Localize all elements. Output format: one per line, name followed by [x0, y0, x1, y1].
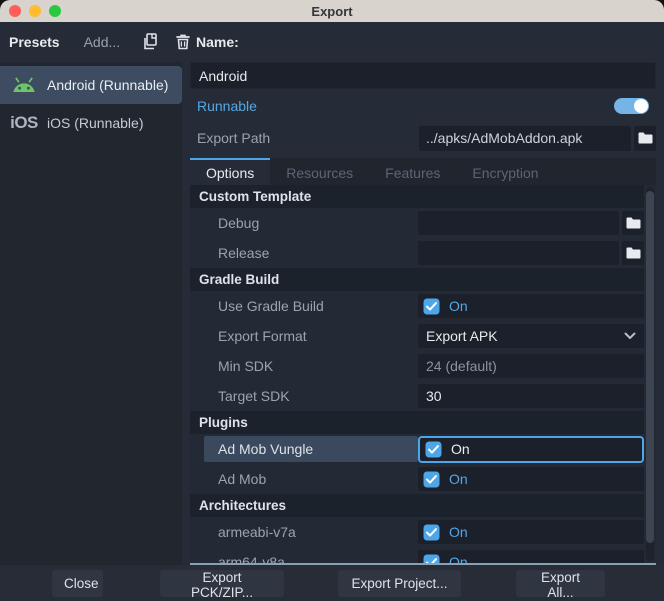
- export-project-button[interactable]: Export Project...: [338, 570, 461, 597]
- option-label: Debug: [218, 215, 260, 231]
- section-gradle-build: Gradle Build: [190, 268, 644, 291]
- checkbox-checked-icon: [423, 471, 440, 488]
- option-row-use-gradle-build: Use Gradle Build On: [190, 291, 644, 321]
- section-architectures: Architectures: [190, 494, 644, 517]
- option-label: Target SDK: [218, 388, 290, 404]
- option-row-arm64-v8a: arm64-v8a On: [190, 547, 644, 565]
- preset-name-input[interactable]: [190, 62, 656, 89]
- section-plugins: Plugins: [190, 411, 644, 434]
- ad-mob-checkbox[interactable]: On: [418, 467, 644, 491]
- add-preset-button[interactable]: Add...: [78, 33, 127, 51]
- preset-item-ios[interactable]: iOS iOS (Runnable): [0, 104, 182, 142]
- duplicate-preset-button[interactable]: [142, 33, 159, 51]
- export-format-dropdown[interactable]: Export APK: [418, 324, 644, 348]
- target-sdk-field[interactable]: 30: [418, 384, 644, 408]
- close-button[interactable]: Close: [52, 570, 103, 597]
- export-path-input[interactable]: [419, 125, 631, 151]
- use-gradle-build-checkbox[interactable]: On: [418, 294, 644, 318]
- folder-icon: [626, 217, 641, 229]
- release-template-browse-button[interactable]: [622, 241, 644, 265]
- preset-label: Android (Runnable): [47, 77, 169, 93]
- tab-features[interactable]: Features: [369, 158, 456, 185]
- option-row-armeabi-v7a: armeabi-v7a On: [190, 517, 644, 547]
- checkbox-state-label: On: [449, 298, 468, 314]
- dropdown-value: Export APK: [426, 328, 498, 344]
- option-label: Release: [218, 245, 270, 261]
- close-window-button[interactable]: [9, 5, 21, 17]
- duplicate-icon: [142, 33, 159, 51]
- options-scrollbar[interactable]: [646, 187, 654, 561]
- min-sdk-field[interactable]: 24 (default): [418, 354, 644, 378]
- tab-resources[interactable]: Resources: [270, 158, 369, 185]
- release-template-field[interactable]: [418, 241, 619, 265]
- option-row-ad-mob: Ad Mob On: [190, 464, 644, 494]
- delete-preset-button[interactable]: [175, 33, 191, 51]
- option-label: Ad Mob Vungle: [204, 436, 418, 462]
- checkbox-state-label: On: [449, 524, 468, 540]
- name-label: Name:: [196, 34, 239, 50]
- option-label: Ad Mob: [218, 471, 267, 487]
- section-custom-template: Custom Template: [190, 185, 644, 208]
- trash-icon: [175, 33, 191, 51]
- export-dialog: Export Presets Add... Name: Android (Run…: [0, 0, 664, 601]
- option-label: Use Gradle Build: [218, 298, 324, 314]
- runnable-row: Runnable: [190, 89, 656, 123]
- options-panel: Custom Template Debug Release Gradle Bui…: [190, 185, 656, 565]
- checkbox-checked-icon: [423, 554, 440, 563]
- checkbox-checked-icon: [423, 524, 440, 541]
- ad-mob-vungle-checkbox[interactable]: On: [418, 435, 644, 463]
- export-tabs: Options Resources Features Encryption: [190, 158, 656, 185]
- presets-heading: Presets: [9, 34, 60, 50]
- runnable-toggle[interactable]: [614, 98, 649, 114]
- armeabi-v7a-checkbox[interactable]: On: [418, 520, 644, 544]
- option-row-release: Release: [190, 238, 644, 268]
- checkbox-checked-icon: [425, 441, 442, 458]
- ios-icon: iOS: [10, 113, 38, 132]
- option-row-target-sdk: Target SDK 30: [190, 381, 644, 411]
- folder-icon: [638, 132, 653, 144]
- preset-settings: Runnable Export Path: [190, 62, 656, 153]
- option-row-debug: Debug: [190, 208, 644, 238]
- footer-bar: Close Export PCK/ZIP... Export Project..…: [0, 565, 664, 601]
- scrollbar-thumb[interactable]: [646, 191, 654, 543]
- debug-template-browse-button[interactable]: [622, 211, 644, 235]
- option-row-export-format: Export Format Export APK: [190, 321, 644, 351]
- presets-list: Android (Runnable) iOS iOS (Runnable): [0, 62, 182, 565]
- debug-template-field[interactable]: [418, 211, 619, 235]
- tab-encryption[interactable]: Encryption: [456, 158, 554, 185]
- export-path-row: Export Path: [190, 123, 656, 153]
- chevron-down-icon: [624, 332, 636, 340]
- checkbox-state-label: On: [449, 471, 468, 487]
- option-label: Export Format: [218, 328, 307, 344]
- export-all-button[interactable]: Export All...: [516, 570, 605, 600]
- option-label: arm64-v8a: [218, 554, 285, 565]
- export-pck-zip-button[interactable]: Export PCK/ZIP...: [160, 570, 284, 600]
- runnable-label: Runnable: [197, 98, 257, 114]
- option-row-ad-mob-vungle: Ad Mob Vungle On: [190, 434, 644, 464]
- checkbox-checked-icon: [423, 298, 440, 315]
- option-row-min-sdk: Min SDK 24 (default): [190, 351, 644, 381]
- folder-icon: [626, 247, 641, 259]
- android-icon: [9, 77, 39, 94]
- titlebar: Export: [0, 0, 664, 22]
- minimize-window-button[interactable]: [29, 5, 41, 17]
- option-label: Min SDK: [218, 358, 274, 374]
- preset-item-android[interactable]: Android (Runnable): [0, 66, 182, 104]
- option-label: armeabi-v7a: [218, 524, 296, 540]
- zoom-window-button[interactable]: [49, 5, 61, 17]
- window-title: Export: [311, 3, 353, 19]
- export-path-label: Export Path: [197, 130, 271, 146]
- tab-options[interactable]: Options: [190, 158, 271, 185]
- checkbox-state-label: On: [451, 441, 470, 457]
- header-strip: Presets Add... Name:: [0, 22, 664, 62]
- export-path-browse-button[interactable]: [634, 125, 656, 151]
- arm64-v8a-checkbox[interactable]: On: [418, 550, 644, 565]
- preset-label: iOS (Runnable): [47, 115, 144, 131]
- checkbox-state-label: On: [449, 554, 468, 565]
